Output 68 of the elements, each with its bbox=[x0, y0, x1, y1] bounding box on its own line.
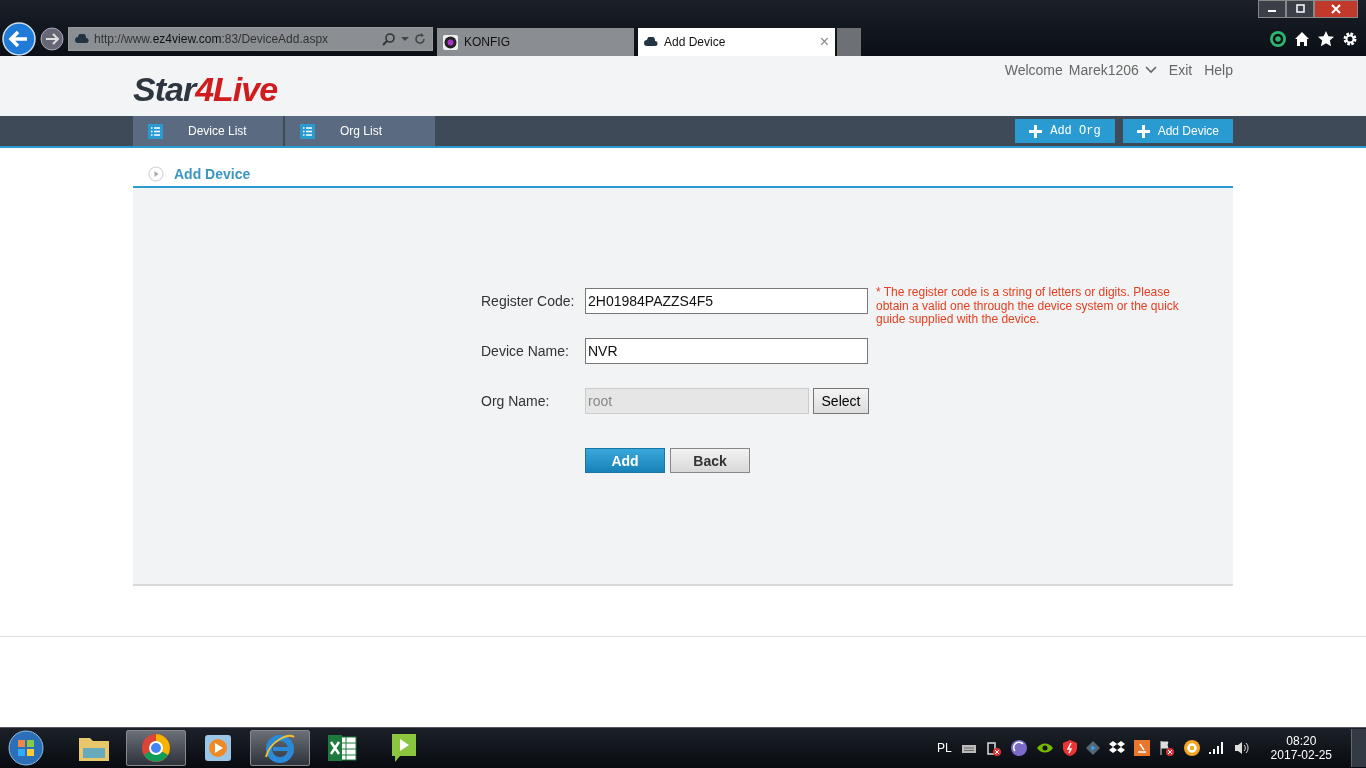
circle-logo-icon[interactable] bbox=[1183, 740, 1200, 756]
browser-tab[interactable]: KONFIG bbox=[437, 28, 634, 56]
signal-icon[interactable] bbox=[1208, 742, 1225, 754]
letter-e-icon bbox=[264, 733, 296, 763]
circle-logo-icon[interactable] bbox=[1010, 740, 1027, 756]
add-button[interactable]: Add Device bbox=[1122, 119, 1233, 143]
add-button[interactable]: Add Org bbox=[1015, 119, 1115, 143]
circle-logo-icon[interactable] bbox=[1270, 31, 1286, 47]
search-icon[interactable] bbox=[382, 32, 396, 46]
cloud-icon bbox=[75, 34, 89, 44]
taskbar-app[interactable] bbox=[250, 730, 310, 766]
add-button[interactable]: Add bbox=[585, 448, 665, 473]
restore-icon bbox=[1295, 4, 1305, 14]
clock-time[interactable]: 08:20 bbox=[1286, 734, 1317, 748]
circle-logo-icon bbox=[141, 733, 171, 763]
home-icon[interactable] bbox=[1294, 31, 1310, 47]
field-label: Org Name: bbox=[481, 392, 551, 411]
clock-date[interactable]: 2017-02-25 bbox=[1270, 748, 1332, 762]
browser-tab[interactable]: Add Device × bbox=[638, 28, 835, 56]
shield-icon[interactable] bbox=[1062, 740, 1077, 756]
list-icon bbox=[148, 123, 163, 139]
close-icon bbox=[1331, 4, 1341, 14]
play-icon bbox=[390, 733, 418, 763]
tab-close-button[interactable]: × bbox=[819, 33, 829, 51]
document-icon[interactable] bbox=[1133, 740, 1150, 756]
header-link[interactable]: Help bbox=[1204, 62, 1233, 78]
minimize-button[interactable] bbox=[1258, 0, 1286, 18]
cloud-icon bbox=[644, 37, 658, 47]
close-button[interactable] bbox=[1314, 0, 1358, 18]
star-icon[interactable] bbox=[1318, 31, 1334, 47]
user-menu[interactable]: Marek1206 bbox=[1068, 62, 1139, 78]
field-label: Register Code: bbox=[481, 292, 576, 311]
restore-button[interactable] bbox=[1286, 0, 1314, 18]
play-icon[interactable] bbox=[1085, 741, 1100, 755]
refresh-icon[interactable] bbox=[414, 33, 426, 45]
caret-icon[interactable] bbox=[401, 36, 409, 42]
play-circle-icon bbox=[148, 166, 164, 182]
taskbar-app[interactable] bbox=[126, 730, 186, 766]
back-icon[interactable] bbox=[2, 22, 36, 56]
keyboard-icon[interactable] bbox=[960, 742, 977, 754]
eye-icon[interactable] bbox=[1035, 742, 1054, 754]
list-icon bbox=[300, 123, 315, 139]
camera-lens-icon bbox=[443, 34, 458, 50]
nav-tab[interactable]: Device List bbox=[133, 116, 283, 146]
flag-icon[interactable] bbox=[1158, 740, 1175, 756]
back-button[interactable]: Back bbox=[670, 448, 750, 473]
address-bar[interactable]: http://www.ez4view.com:83/DeviceAdd.aspx bbox=[68, 27, 433, 51]
nav-tab[interactable]: Org List bbox=[285, 116, 435, 146]
language-indicator[interactable]: PL bbox=[936, 741, 952, 755]
field-label: Device Name: bbox=[481, 342, 570, 361]
speaker-icon[interactable] bbox=[1233, 741, 1250, 755]
plus-icon bbox=[1029, 124, 1043, 138]
logo: Star4Live bbox=[133, 70, 278, 109]
header-link[interactable]: Exit bbox=[1168, 62, 1193, 78]
section-title: Add Device bbox=[174, 166, 251, 182]
forward-icon[interactable] bbox=[40, 27, 64, 51]
chevron-down-icon[interactable] bbox=[1144, 66, 1157, 74]
spreadsheet-icon bbox=[327, 734, 357, 762]
settings-icon[interactable] bbox=[1342, 31, 1358, 47]
hint-text: * The register code is a string of letters or digits. Please obtain a valid one through the device system or the quick guide supplied with the device. bbox=[876, 286, 1180, 327]
battery-icon[interactable] bbox=[985, 740, 1002, 756]
welcome-text: Welcome bbox=[1004, 62, 1063, 78]
plus-icon bbox=[1136, 124, 1150, 138]
start-button[interactable] bbox=[8, 730, 44, 766]
box-icon[interactable] bbox=[1108, 741, 1125, 755]
play-icon bbox=[204, 734, 232, 762]
input-field[interactable]: 2H01984PAZZS4F5 bbox=[585, 288, 868, 314]
input-field[interactable]: NVR bbox=[585, 338, 868, 364]
